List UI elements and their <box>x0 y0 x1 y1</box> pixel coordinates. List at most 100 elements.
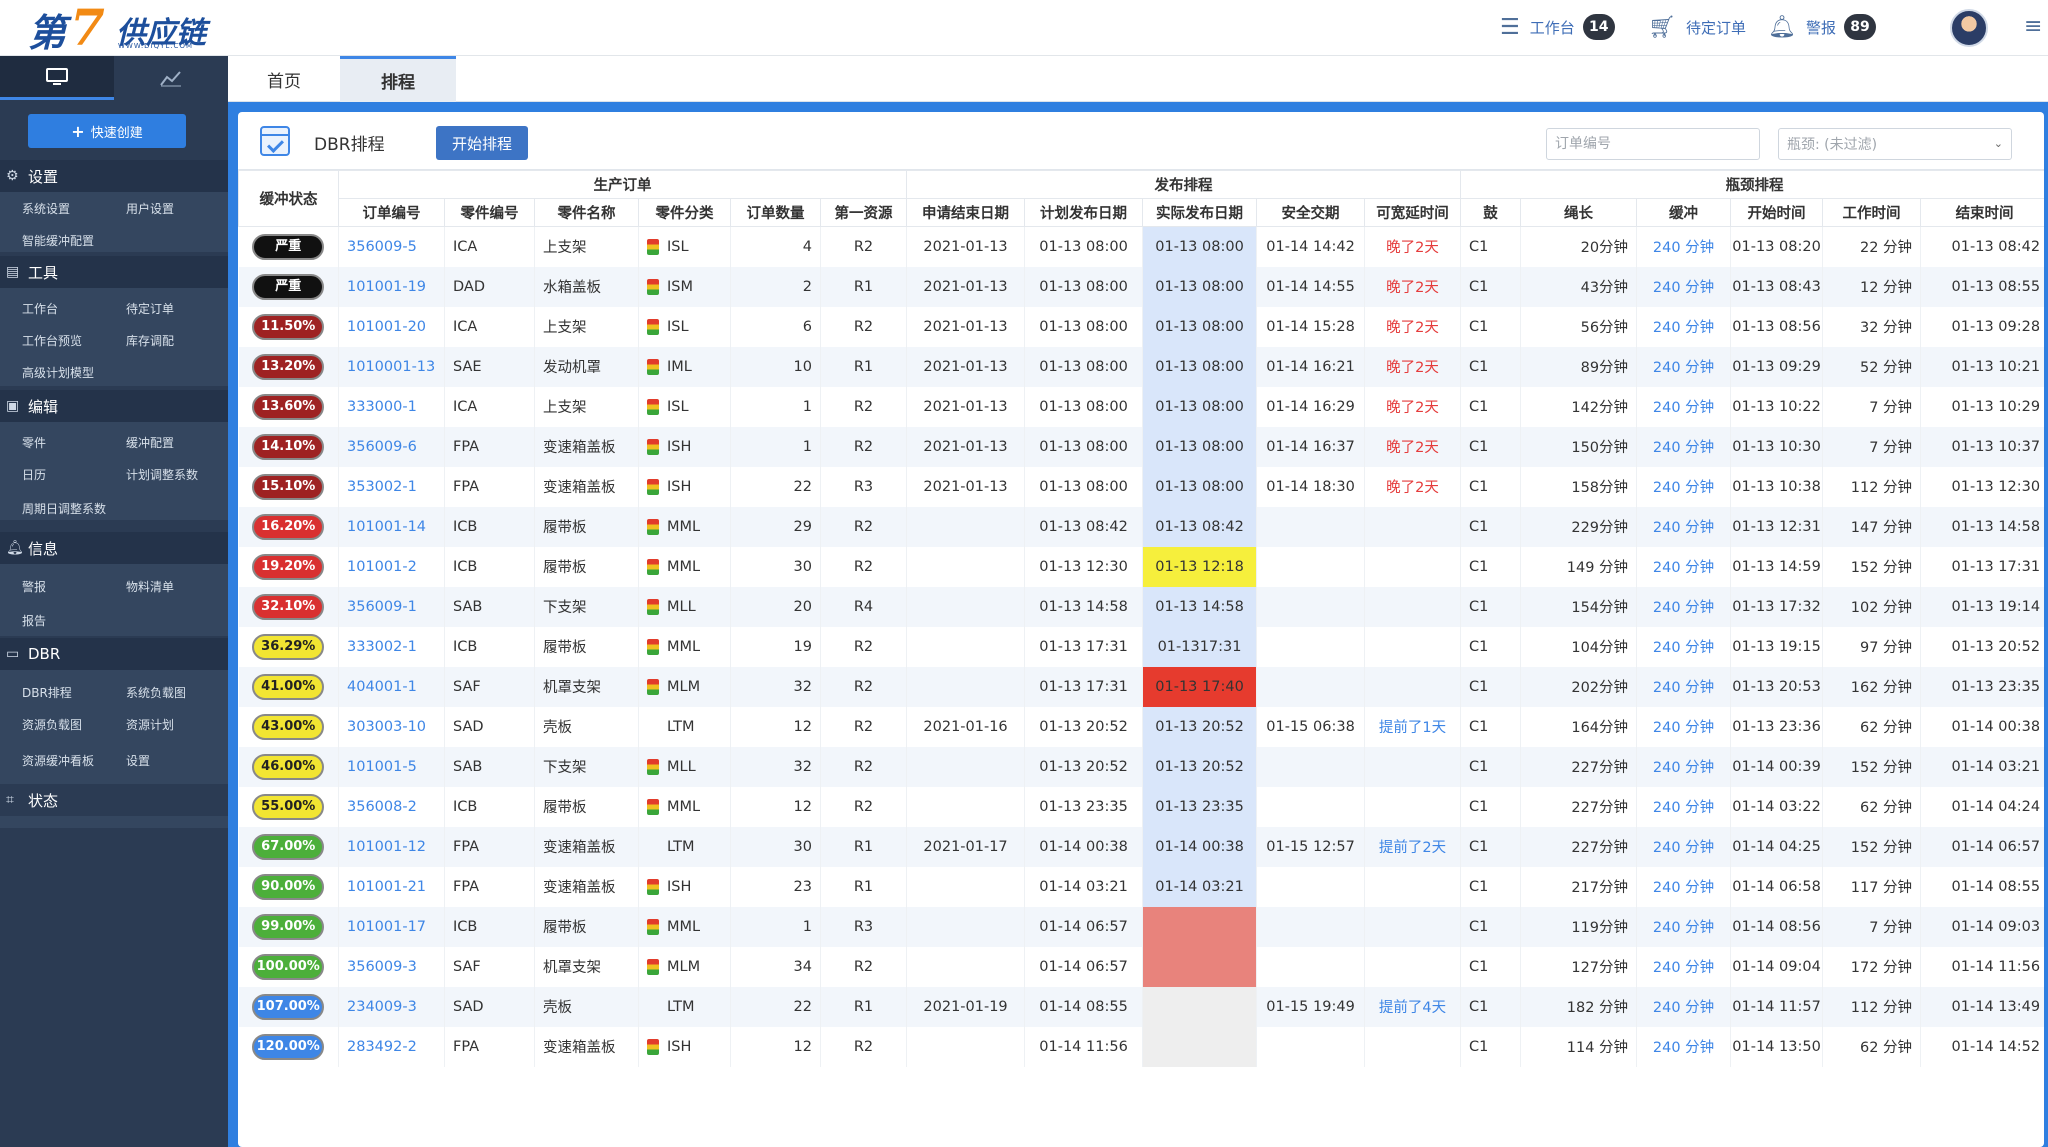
buffer-link[interactable]: 240 分钟 <box>1636 426 1732 467</box>
sidebar-section-info[interactable]: 🔔︎ 信息 <box>0 532 228 564</box>
sidebar-item-reports[interactable]: 报告 <box>22 612 46 629</box>
sidebar-item-resource-plan[interactable]: 资源计划 <box>126 716 174 733</box>
order-number-link[interactable]: 356009-6 <box>338 426 445 467</box>
alerts-link[interactable]: 🔔︎ 警报 89 <box>1768 12 1876 42</box>
sidebar-section-tools[interactable]: ▤ 工具 <box>0 256 228 288</box>
monitor-tab-icon[interactable] <box>0 56 114 100</box>
col-header[interactable]: 缓冲 <box>1636 198 1732 227</box>
buffer-link[interactable]: 240 分钟 <box>1636 826 1732 867</box>
table-row[interactable]: 67.00% 101001-12 FPA 变速箱盖板 LTM 30 R1 2021-01-17… <box>238 826 2044 867</box>
order-number-link[interactable]: 101001-20 <box>338 306 445 347</box>
quick-create-button[interactable]: + 快速创建 <box>28 114 186 148</box>
order-number-link[interactable]: 1010001-13 <box>338 346 445 387</box>
order-number-link[interactable]: 356008-2 <box>338 786 445 827</box>
buffer-link[interactable]: 240 分钟 <box>1636 706 1732 747</box>
order-number-link[interactable]: 101001-19 <box>338 266 445 307</box>
table-row[interactable]: 14.10% 356009-6 FPA 变速箱盖板 ISH 1 R2 2021-01-13 01… <box>238 426 2044 467</box>
col-header[interactable]: 安全交期 <box>1256 198 1366 227</box>
col-header[interactable]: 零件编号 <box>444 198 535 227</box>
buffer-link[interactable]: 240 分钟 <box>1636 906 1732 947</box>
table-row[interactable]: 13.20% 1010001-13 SAE 发动机罩 IML 10 R1 2021-01-13… <box>238 346 2044 387</box>
table-row[interactable]: 120.00% 283492-2 FPA 变速箱盖板 ISH 12 R2 01-14 11:5… <box>238 1026 2044 1067</box>
tab-scheduling[interactable]: 排程 <box>340 56 456 102</box>
col-header-buffer-status[interactable]: 缓冲状态 <box>238 170 339 227</box>
sidebar-section-status[interactable]: ⌗ 状态 <box>0 784 228 816</box>
sidebar-item-resource-load[interactable]: 资源负载图 <box>22 716 82 733</box>
order-number-link[interactable]: 101001-12 <box>338 826 445 867</box>
sidebar-item-system-settings[interactable]: 系统设置 <box>22 200 70 217</box>
workbench-link[interactable]: ☰ 工作台 14 <box>1500 12 1615 42</box>
order-number-link[interactable]: 234009-3 <box>338 986 445 1027</box>
table-row[interactable]: 19.20% 101001-2 ICB 履带板 MML 30 R2 01-13 12:30 01… <box>238 546 2044 587</box>
col-header[interactable]: 零件名称 <box>534 198 639 227</box>
order-number-link[interactable]: 356009-3 <box>338 946 445 987</box>
order-number-link[interactable]: 356009-5 <box>338 226 445 267</box>
order-number-link[interactable]: 101001-5 <box>338 746 445 787</box>
pending-orders-link[interactable]: 🛒︎ 待定订单 <box>1648 12 1746 42</box>
buffer-link[interactable]: 240 分钟 <box>1636 386 1732 427</box>
col-header[interactable]: 申请结束日期 <box>906 198 1026 227</box>
bottleneck-filter-select[interactable]: 瓶颈: (未过滤) ⌄ <box>1778 128 2012 160</box>
sidebar-item-resource-buffer-board[interactable]: 资源缓冲看板 <box>22 752 94 769</box>
order-number-link[interactable]: 101001-14 <box>338 506 445 547</box>
order-number-link[interactable]: 283492-2 <box>338 1026 445 1067</box>
table-row[interactable]: 43.00% 303003-10 SAD 壳板 LTM 12 R2 2021-01-16 01-… <box>238 706 2044 747</box>
table-row[interactable]: 55.00% 356008-2 ICB 履带板 MML 12 R2 01-13 23:35 01… <box>238 786 2044 827</box>
table-row[interactable]: 13.60% 333000-1 ICA 上支架 ISL 1 R2 2021-01-13 01-1… <box>238 386 2044 427</box>
buffer-link[interactable]: 240 分钟 <box>1636 306 1732 347</box>
col-header[interactable]: 可宽延时间 <box>1364 198 1462 227</box>
buffer-link[interactable]: 240 分钟 <box>1636 266 1732 307</box>
order-number-link[interactable]: 101001-17 <box>338 906 445 947</box>
sidebar-item-workbench[interactable]: 工作台 <box>22 300 58 317</box>
sidebar-item-cycle-adjustment[interactable]: 周期日调整系数 <box>22 500 106 517</box>
col-header[interactable]: 实际发布日期 <box>1142 198 1258 227</box>
buffer-link[interactable]: 240 分钟 <box>1636 626 1732 667</box>
order-number-link[interactable]: 404001-1 <box>338 666 445 707</box>
sidebar-item-pending-orders[interactable]: 待定订单 <box>126 300 174 317</box>
chart-tab-icon[interactable] <box>114 56 228 100</box>
sidebar-item-user-settings[interactable]: 用户设置 <box>126 200 174 217</box>
sidebar-section-edit[interactable]: ▣ 编辑 <box>0 390 228 422</box>
order-number-link[interactable]: 333000-1 <box>338 386 445 427</box>
col-header[interactable]: 开始时间 <box>1730 198 1824 227</box>
sidebar-item-calendar[interactable]: 日历 <box>22 466 46 483</box>
sidebar-item-bom[interactable]: 物料清单 <box>126 578 174 595</box>
buffer-link[interactable]: 240 分钟 <box>1636 786 1732 827</box>
sidebar-item-inventory-allocation[interactable]: 库存调配 <box>126 332 174 349</box>
sidebar-item-workbench-preview[interactable]: 工作台预览 <box>22 332 82 349</box>
sidebar-section-settings[interactable]: ⚙ 设置 <box>0 160 228 192</box>
order-number-link[interactable]: 303003-10 <box>338 706 445 747</box>
buffer-link[interactable]: 240 分钟 <box>1636 506 1732 547</box>
sidebar-item-system-load[interactable]: 系统负载图 <box>126 684 186 701</box>
user-avatar[interactable] <box>1950 9 1988 47</box>
table-row[interactable]: 16.20% 101001-14 ICB 履带板 MML 29 R2 01-13 08:42 0… <box>238 506 2044 547</box>
order-number-link[interactable]: 356009-1 <box>338 586 445 627</box>
table-row[interactable]: 99.00% 101001-17 ICB 履带板 MML 1 R3 01-14 06:57 C1… <box>238 906 2044 947</box>
sidebar-item-alerts[interactable]: 警报 <box>22 578 46 595</box>
sidebar-section-dbr[interactable]: ▭ DBR <box>0 638 228 670</box>
sidebar-item-plan-adjustment[interactable]: 计划调整系数 <box>126 466 198 483</box>
col-header[interactable]: 结束时间 <box>1920 198 2044 227</box>
company-logo[interactable]: 第 7 供应链 WWW.DIQYL.COM <box>28 0 218 57</box>
col-header[interactable]: 鼓 <box>1460 198 1522 227</box>
col-header[interactable]: 第一资源 <box>819 198 908 227</box>
table-row[interactable]: 11.50% 101001-20 ICA 上支架 ISL 6 R2 2021-01-13 01-… <box>238 306 2044 347</box>
col-header[interactable]: 绳长 <box>1520 198 1638 227</box>
sidebar-item-dbr-scheduling[interactable]: DBR排程 <box>22 684 72 701</box>
sidebar-item-buffer-config[interactable]: 缓冲配置 <box>126 434 174 451</box>
order-number-search-input[interactable] <box>1546 128 1760 160</box>
buffer-link[interactable]: 240 分钟 <box>1636 546 1732 587</box>
sidebar-item-smart-buffer[interactable]: 智能缓冲配置 <box>22 232 94 249</box>
table-row[interactable]: 严重 356009-5 ICA 上支架 ISL 4 R2 2021-01-13 01-13 08… <box>238 226 2044 267</box>
table-row[interactable]: 36.29% 333002-1 ICB 履带板 MML 19 R2 01-13 17:31 01… <box>238 626 2044 667</box>
order-number-link[interactable]: 101001-2 <box>338 546 445 587</box>
buffer-link[interactable]: 240 分钟 <box>1636 466 1732 507</box>
buffer-link[interactable]: 240 分钟 <box>1636 346 1732 387</box>
col-header[interactable]: 零件分类 <box>638 198 731 227</box>
col-header[interactable]: 订单编号 <box>338 198 445 227</box>
buffer-link[interactable]: 240 分钟 <box>1636 226 1732 267</box>
table-row[interactable]: 46.00% 101001-5 SAB 下支架 MLL 32 R2 01-13 20:52 01… <box>238 746 2044 787</box>
col-header[interactable]: 计划发布日期 <box>1024 198 1144 227</box>
order-number-link[interactable]: 353002-1 <box>338 466 445 507</box>
tab-home[interactable]: 首页 <box>228 56 340 102</box>
